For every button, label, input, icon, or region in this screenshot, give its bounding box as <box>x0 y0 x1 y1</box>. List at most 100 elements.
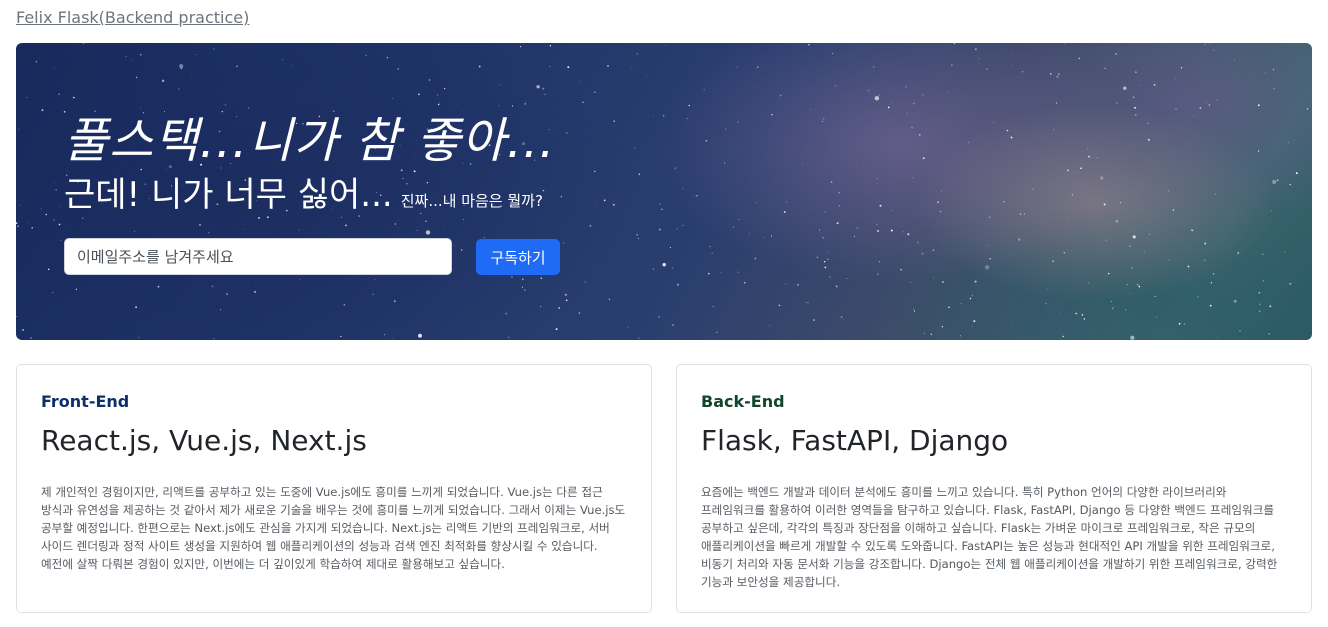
card-title: React.js, Vue.js, Next.js <box>41 424 367 457</box>
star <box>1264 72 1266 74</box>
star <box>636 233 639 236</box>
star <box>809 210 811 212</box>
star <box>1154 295 1156 297</box>
site-title-link[interactable]: Felix Flask(Backend practice) <box>16 8 249 27</box>
star <box>959 335 962 337</box>
star <box>208 231 210 234</box>
star <box>1231 212 1233 214</box>
star <box>1233 299 1237 303</box>
star <box>1088 155 1090 158</box>
star <box>1058 73 1060 75</box>
star <box>199 223 201 226</box>
star <box>1003 201 1005 203</box>
star <box>1053 128 1055 131</box>
star <box>1104 124 1106 125</box>
star <box>867 89 870 92</box>
star <box>748 233 750 235</box>
star <box>969 297 972 300</box>
star <box>1075 312 1078 315</box>
star <box>1178 322 1181 325</box>
star <box>40 208 42 210</box>
star <box>1006 129 1009 132</box>
star <box>1056 75 1059 78</box>
email-input[interactable] <box>64 238 452 275</box>
star <box>1284 251 1286 253</box>
star <box>957 143 958 145</box>
star <box>1289 183 1291 186</box>
star <box>1147 138 1150 141</box>
star <box>1208 43 1211 44</box>
star <box>1204 44 1206 46</box>
star <box>211 285 214 288</box>
star <box>589 224 592 227</box>
star <box>567 66 570 69</box>
star <box>1032 188 1034 190</box>
star <box>1081 314 1084 316</box>
star <box>213 48 215 50</box>
star <box>45 213 48 216</box>
star <box>608 298 611 301</box>
star <box>682 188 684 190</box>
star <box>613 120 615 122</box>
star <box>724 162 726 164</box>
star <box>779 94 782 97</box>
star <box>340 335 342 338</box>
star <box>652 115 654 117</box>
star <box>1287 141 1290 144</box>
star <box>810 109 812 111</box>
star <box>248 284 249 286</box>
star <box>31 226 33 229</box>
star <box>392 98 393 99</box>
star <box>737 271 740 273</box>
star <box>1127 99 1129 100</box>
star <box>993 121 995 123</box>
star <box>933 277 934 279</box>
star <box>1126 283 1129 286</box>
star <box>1107 272 1110 275</box>
star <box>82 217 84 219</box>
star <box>140 53 142 56</box>
star <box>461 249 463 251</box>
star <box>425 230 431 235</box>
star <box>340 216 343 218</box>
star <box>21 44 22 46</box>
star <box>738 219 740 220</box>
star <box>987 244 989 246</box>
star <box>676 228 678 230</box>
star <box>953 43 956 45</box>
star <box>631 68 633 70</box>
star <box>135 306 138 309</box>
star <box>932 249 935 252</box>
star <box>659 203 661 206</box>
star <box>82 43 85 45</box>
star <box>299 278 301 280</box>
star <box>1119 202 1121 204</box>
star <box>1052 260 1055 263</box>
star <box>900 268 902 271</box>
star <box>138 336 140 339</box>
star <box>785 283 787 285</box>
star <box>838 192 840 194</box>
star <box>986 68 988 70</box>
star <box>658 228 661 231</box>
star <box>652 268 655 270</box>
star <box>917 241 919 244</box>
star <box>27 222 29 224</box>
subscribe-button[interactable]: 구독하기 <box>476 239 560 275</box>
star <box>594 170 596 173</box>
star <box>1175 108 1177 111</box>
star <box>1129 245 1131 247</box>
star <box>1104 67 1106 70</box>
star <box>989 216 991 218</box>
star <box>565 299 568 302</box>
star <box>816 256 819 259</box>
star <box>473 76 475 78</box>
star <box>835 285 838 288</box>
star <box>1115 102 1118 104</box>
star <box>757 66 759 68</box>
star <box>1205 101 1207 103</box>
star <box>1272 179 1277 185</box>
star <box>1239 329 1241 332</box>
star <box>874 95 880 101</box>
star <box>524 289 526 291</box>
